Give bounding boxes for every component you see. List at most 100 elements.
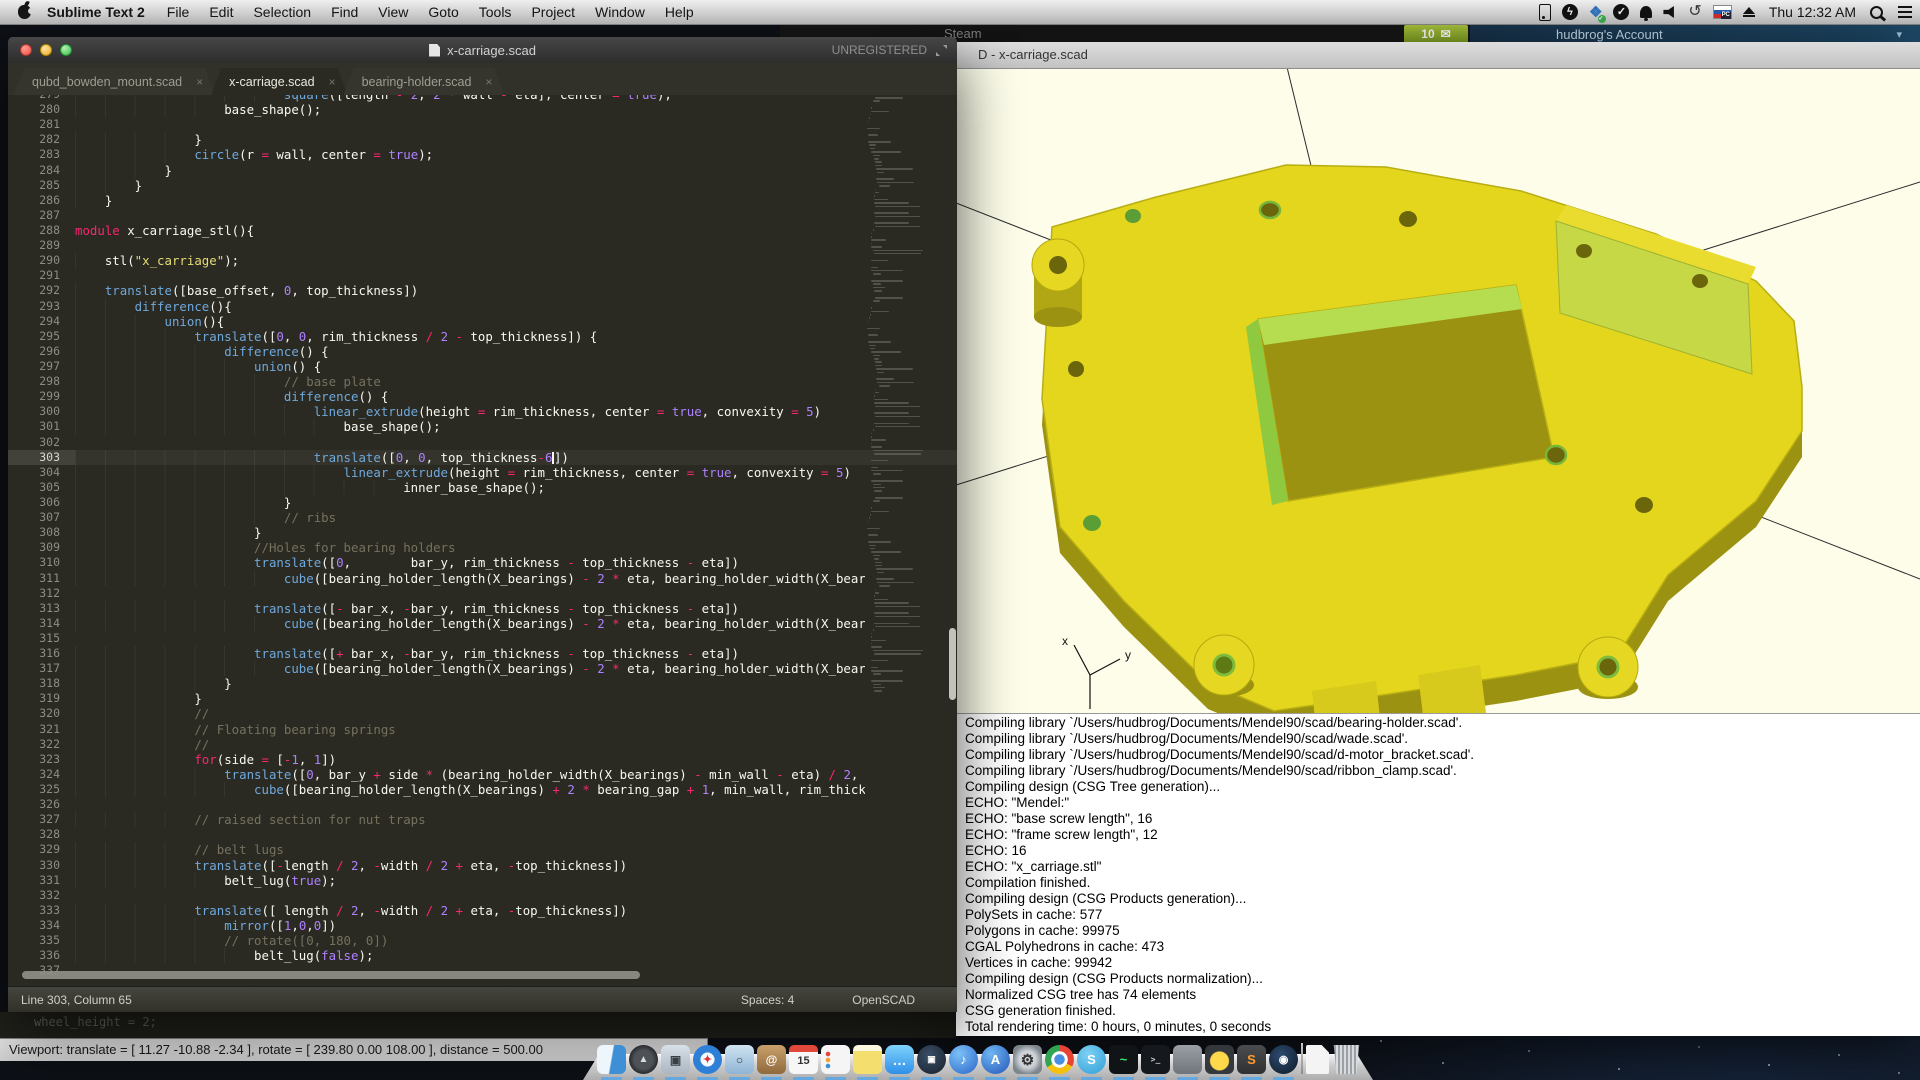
lightning-icon[interactable]: ϟ [1562,3,1578,21]
menu-edit[interactable]: Edit [199,4,243,20]
dock-launchpad[interactable]: ▲ [629,1045,658,1074]
apple-menu-icon[interactable] [18,5,31,19]
minimize-window-button[interactable] [40,44,52,56]
code-line-293: 293difference(){ [8,299,957,314]
background-editor-strip: wheel_height = 2; [0,1012,956,1038]
console-line: Compiling design (CSG Tree generation)..… [965,779,1920,795]
dock-notes[interactable] [853,1045,882,1074]
code-line-334: 334mirror([1,0,0]) [8,918,957,933]
code-line-302: 302 [8,435,957,450]
close-window-button[interactable] [20,44,32,56]
sublime-title-bar[interactable]: x-carriage.scad UNREGISTERED [8,37,957,63]
code-line-332: 332 [8,888,957,903]
dock-reminders[interactable] [821,1045,850,1074]
menu-tools[interactable]: Tools [469,4,522,20]
dock-trash[interactable] [1332,1045,1361,1074]
openscad-3d-viewport[interactable]: x y z [956,69,1920,713]
dock-messages[interactable]: … [885,1045,914,1074]
tab-x-carriage.scad[interactable]: x-carriage.scad× [211,68,347,95]
code-line-315: 315 [8,631,957,646]
horizontal-scrollbar[interactable] [22,971,640,979]
shield-check-icon[interactable]: ✓ [1613,3,1629,21]
dock-app-store[interactable]: A [981,1045,1010,1074]
dropbox-icon[interactable]: ❖ [1589,3,1602,21]
tab-qubd_bowden_mount.scad[interactable]: qubd_bowden_mount.scad× [14,68,215,95]
menu-project[interactable]: Project [521,4,585,20]
mobile-sync-icon[interactable] [1539,3,1551,21]
code-lines: 279square([length - 2, 2 * wall - eta], … [8,95,957,978]
dock-finder[interactable] [597,1045,626,1074]
dock-itunes[interactable]: ♪ [949,1045,978,1074]
menu-goto[interactable]: Goto [418,4,468,20]
dock-skype[interactable]: S [1077,1045,1106,1074]
menu-help[interactable]: Help [655,4,704,20]
dock-separator[interactable] [1301,1043,1303,1074]
code-line-324: 324translate([0, bar_y + side * (bearing… [8,767,957,782]
console-line: ECHO: "x_carriage.stl" [965,859,1920,875]
active-app-name[interactable]: Sublime Text 2 [47,4,145,20]
dock-system-preferences[interactable]: ⚙ [1013,1045,1042,1074]
dock-mission-control[interactable]: ▣ [661,1045,690,1074]
code-line-331: 331belt_lug(true); [8,873,957,888]
spotlight-icon[interactable] [1870,3,1887,21]
minimap[interactable] [867,97,953,757]
dock-sublime-text[interactable]: S [1237,1045,1266,1074]
code-editor[interactable]: 279square([length - 2, 2 * wall - eta], … [8,95,957,987]
code-line-289: 289 [8,238,957,253]
menu-bar-clock[interactable]: Thu 12:32 AM [1766,4,1859,20]
time-machine-icon[interactable]: ↺ [1688,3,1701,21]
indent-status[interactable]: Spaces: 4 [741,993,794,1007]
fullscreen-arrows-icon[interactable] [935,44,948,57]
menu-file[interactable]: File [157,4,200,20]
steam-mail-badge[interactable]: 10✉ [1404,25,1468,43]
code-line-281: 281 [8,117,957,132]
dock-openscad[interactable] [1205,1045,1234,1074]
code-line-295: 295translate([0, 0, rim_thickness / 2 - … [8,329,957,344]
console-line: CSG generation finished. [965,1003,1920,1019]
volume-icon[interactable] [1663,3,1677,21]
dock-activity-monitor[interactable]: ~ [1109,1045,1138,1074]
tab-bearing-holder.scad[interactable]: bearing-holder.scad× [344,68,505,95]
code-line-327: 327// raised section for nut traps [8,812,957,827]
dock-plain-window[interactable] [1173,1045,1202,1074]
keyboard-layout-flag-icon[interactable]: РС [1713,3,1732,21]
sublime-status-bar: Line 303, Column 65 Spaces: 4 OpenSCAD [8,986,957,1012]
code-line-333: 333translate([ length / 2, -width / 2 + … [8,903,957,918]
dock-documents[interactable] [1306,1045,1329,1074]
dock-chrome[interactable] [1045,1045,1074,1074]
syntax-status[interactable]: OpenSCAD [852,993,915,1007]
dock-terminal[interactable]: >_ [1141,1045,1170,1074]
openscad-title-bar[interactable]: D - x-carriage.scad [956,42,1920,69]
steam-account-label: hudbrog's Account [1556,27,1663,42]
menu-window[interactable]: Window [585,4,655,20]
tab-close-icon[interactable]: × [485,75,492,89]
menu-selection[interactable]: Selection [243,4,321,20]
sublime-window: x-carriage.scad UNREGISTERED qubd_bowden… [8,37,957,1012]
dock-preview[interactable]: ○ [725,1045,754,1074]
console-line: Compiling library `/Users/hudbrog/Docume… [965,731,1920,747]
bell-icon[interactable] [1640,3,1652,21]
menu-view[interactable]: View [368,4,418,20]
console-line: ECHO: "base screw length", 16 [965,811,1920,827]
tab-close-icon[interactable]: × [196,75,203,89]
notification-center-icon[interactable] [1898,3,1912,21]
openscad-window-title: D - x-carriage.scad [978,47,1088,62]
zoom-window-button[interactable] [60,44,72,56]
code-line-290: 290stl("x_carriage"); [8,253,957,268]
dock-facetime[interactable]: ▣ [917,1045,946,1074]
dock-calendar[interactable]: 15 [789,1045,818,1074]
document-icon [429,44,440,57]
code-line-329: 329// belt lugs [8,842,957,857]
console-output: Compiling library `/Users/hudbrog/Docume… [956,713,1920,1036]
eject-icon[interactable] [1743,3,1755,21]
dock-safari[interactable]: ✦ [693,1045,722,1074]
code-line-310: 310translate([0, bar_y, rim_thickness - … [8,555,957,570]
code-line-279: 279square([length - 2, 2 * wall - eta], … [8,95,957,102]
menu-find[interactable]: Find [321,4,368,20]
code-line-319: 319} [8,691,957,706]
tab-close-icon[interactable]: × [329,75,336,89]
vertical-scrollbar[interactable] [949,628,956,700]
dock-steam[interactable]: ◉ [1269,1045,1298,1074]
steam-account-area[interactable]: hudbrog's Account ▾ [1470,24,1920,44]
dock-contacts[interactable]: @ [757,1045,786,1074]
